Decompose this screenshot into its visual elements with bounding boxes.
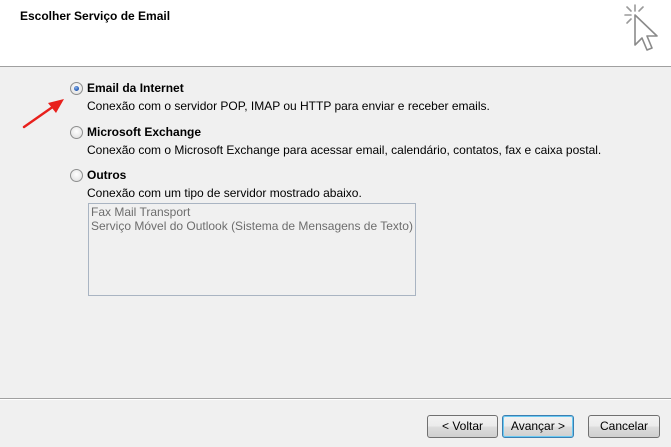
next-button[interactable]: Avançar > [502, 415, 574, 438]
option-label[interactable]: Outros [87, 168, 126, 182]
option-description: Conexão com o Microsoft Exchange para ac… [87, 143, 602, 157]
radio-others[interactable] [70, 169, 83, 182]
option-description: Conexão com um tipo de servidor mostrado… [87, 186, 362, 200]
list-item[interactable]: Serviço Móvel do Outlook (Sistema de Men… [91, 219, 413, 233]
cursor-click-icon [624, 4, 658, 51]
back-button[interactable]: < Voltar [427, 415, 498, 438]
cancel-button[interactable]: Cancelar [588, 415, 660, 438]
radio-microsoft-exchange[interactable] [70, 126, 83, 139]
dialog-header: Escolher Serviço de Email [0, 0, 671, 67]
annotation-arrow-icon [22, 99, 64, 129]
radio-internet-email[interactable] [70, 82, 83, 95]
email-setup-dialog: Escolher Serviço de Email Email da Inter… [0, 0, 671, 447]
page-title: Escolher Serviço de Email [20, 9, 171, 23]
option-label[interactable]: Microsoft Exchange [87, 125, 201, 139]
footer-separator [0, 398, 671, 400]
list-item[interactable]: Fax Mail Transport [91, 205, 413, 219]
option-label[interactable]: Email da Internet [87, 81, 184, 95]
option-description: Conexão com o servidor POP, IMAP ou HTTP… [87, 99, 490, 113]
other-services-list[interactable]: Fax Mail Transport Serviço Móvel do Outl… [88, 203, 416, 296]
